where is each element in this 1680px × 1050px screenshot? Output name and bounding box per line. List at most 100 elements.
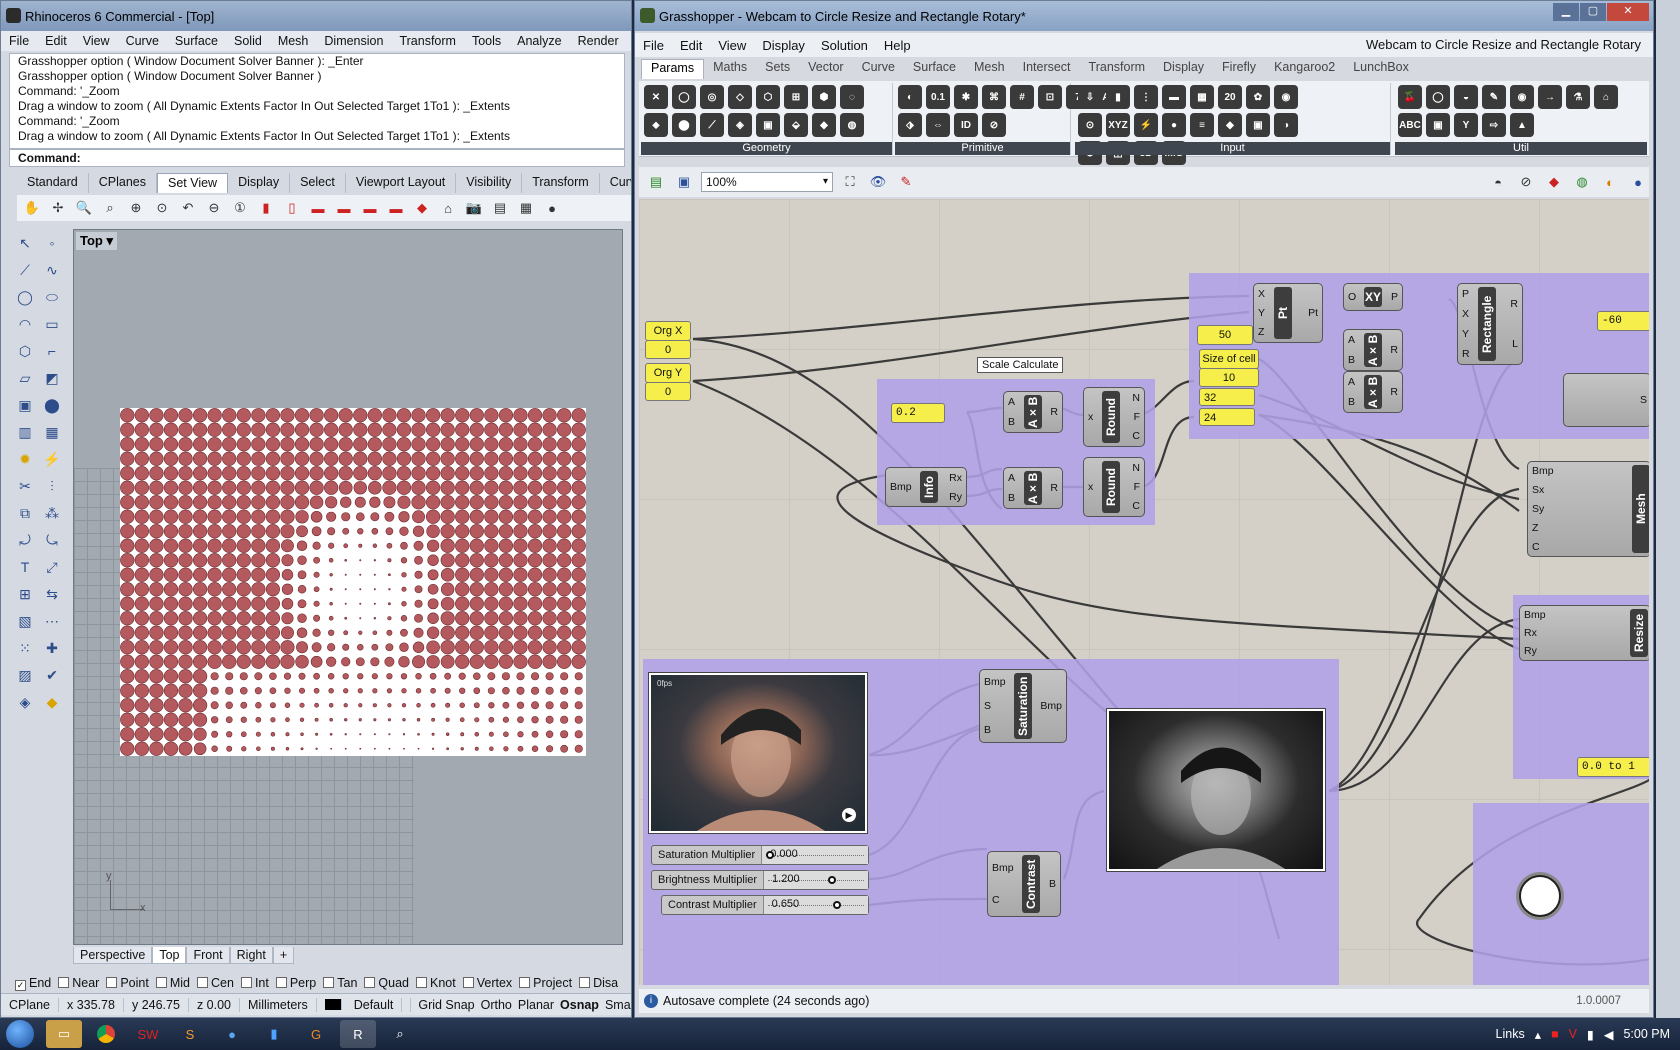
status-toggle-grid-snap[interactable]: Grid Snap [415,998,477,1012]
prim-component-icon[interactable]: 0.1 [926,85,950,109]
osnap-cen[interactable]: Cen [197,976,234,990]
gh-tab-transform[interactable]: Transform [1080,59,1155,79]
zoom-app-icon[interactable]: ● [214,1020,250,1048]
zoom-select[interactable]: 100% [701,172,833,192]
negative-number-param[interactable]: -60 [1597,311,1649,331]
saturation-multiplier-slider[interactable]: Saturation Multiplier 0.000 [651,845,869,865]
geo-component-icon[interactable]: ◯ [672,85,696,109]
geo-component-icon[interactable]: ⬙ [784,113,808,137]
maximize-button[interactable]: ▢ [1580,3,1606,21]
text-icon[interactable]: T [13,555,37,579]
status-toggle-planar[interactable]: Planar [515,998,557,1012]
geo-component-icon[interactable]: ◍ [840,113,864,137]
multiply-component-1[interactable]: AB A×B R [1343,329,1403,371]
input-component-icon[interactable]: ◆ [1218,113,1242,137]
slider-knob[interactable] [828,876,837,884]
checkbox-icon[interactable] [579,977,591,988]
toolbar-tab-transform[interactable]: Transform [522,173,600,193]
osnap-int[interactable]: Int [240,976,269,990]
geo-component-icon[interactable]: ◈ [728,113,752,137]
lightning-icon[interactable]: ⚡ [40,447,64,471]
layout-icon[interactable]: ▨ [13,663,37,687]
toolbar-tab-standard[interactable]: Standard [17,173,89,193]
camera-icon[interactable]: 📷 [463,198,485,218]
geo-component-icon[interactable]: ⬤ [672,113,696,137]
input-component-icon[interactable]: ≡ [1190,113,1214,137]
view-tab-perspective[interactable]: Perspective [73,947,153,964]
toolbar-tab-curve-too[interactable]: Curve Too [600,173,631,193]
zoom-extents-icon[interactable]: ⛶ [839,172,861,192]
checkbox-icon[interactable] [462,977,474,988]
s-partial-component[interactable]: S [1563,373,1649,427]
input-component-icon[interactable]: ◉ [1274,85,1298,109]
view-tab-right[interactable]: Right [229,947,273,964]
rectangle-component[interactable]: PXYR Rectangle RL [1457,283,1523,365]
util-component-icon[interactable]: ◯ [1426,85,1450,109]
app-orange-icon[interactable]: G [298,1020,334,1048]
tray-flag-icon[interactable]: ■ [1551,1027,1559,1041]
timer-dial-icon[interactable] [1519,875,1561,917]
saturation-component[interactable]: Bmp S B Saturation Bmp [979,669,1067,743]
util-component-icon[interactable]: ABC [1398,113,1422,137]
save-file-icon[interactable]: ▣ [673,172,695,192]
osnap-disa[interactable]: Disa [579,976,618,990]
gh-tab-surface[interactable]: Surface [904,59,965,79]
geo-component-icon[interactable]: ▣ [756,113,780,137]
prim-component-icon[interactable]: ✱ [954,85,978,109]
toolbar-tab-set-view[interactable]: Set View [156,173,229,193]
cplane-icon[interactable]: ▮ [255,198,277,218]
open-file-icon[interactable]: ▤ [645,172,667,192]
size-of-cell-value[interactable]: 10 [1199,368,1259,387]
polyline-icon[interactable]: ⟋ [13,258,37,282]
gh-tab-curve[interactable]: Curve [853,59,904,79]
gh-menu-view[interactable]: View [710,38,754,53]
cylinder-icon[interactable]: ▥ [13,420,37,444]
command-prompt[interactable]: Command: [9,149,625,167]
num-24-param[interactable]: 24 [1199,408,1255,426]
zoom-selected-icon[interactable]: ⊙ [151,198,173,218]
slider-track[interactable]: 0.650 [763,896,868,914]
checkbox-icon[interactable] [106,977,118,988]
util-component-icon[interactable]: → [1538,85,1562,109]
menu-analyze[interactable]: Analyze [509,34,569,48]
gh-tab-firefly[interactable]: Firefly [1213,59,1265,79]
util-component-icon[interactable]: ⇨ [1482,113,1506,137]
status-toggle-ortho[interactable]: Ortho [478,998,515,1012]
geo-component-icon[interactable]: ◎ [700,85,724,109]
circle-icon[interactable]: ◯ [13,285,37,309]
prim-component-icon[interactable]: ⊘ [982,113,1006,137]
solver-icon[interactable]: ◆ [1543,172,1565,192]
osnap-near[interactable]: Near [58,976,99,990]
rotate-view-icon[interactable]: ✢ [47,198,69,218]
boolean-icon[interactable]: ⬤ [40,393,64,417]
osnap-vertex[interactable]: Vertex [462,976,512,990]
gh-tab-sets[interactable]: Sets [756,59,799,79]
util-component-icon[interactable]: ⚗ [1566,85,1590,109]
prim-component-icon[interactable]: ◐ [898,85,922,109]
org-y-name[interactable]: Org Y [645,363,691,383]
prim-component-icon[interactable]: # [1010,85,1034,109]
app-blue-icon[interactable]: ▮ [256,1020,292,1048]
curve-icon[interactable]: ∿ [40,258,64,282]
menu-solid[interactable]: Solid [226,34,270,48]
input-component-icon[interactable]: ▮ [1106,85,1130,109]
input-component-icon[interactable]: ⊙ [1078,113,1102,137]
units-label[interactable]: Millimeters [240,997,317,1012]
toolbar-tab-select[interactable]: Select [290,173,346,193]
util-component-icon[interactable]: Y [1454,113,1478,137]
surface-icon[interactable]: ▱ [13,366,37,390]
multiply-component-3[interactable]: AB A×B R [1003,391,1063,433]
gh-tab-intersect[interactable]: Intersect [1014,59,1080,79]
gh-menu-edit[interactable]: Edit [672,38,710,53]
geo-component-icon[interactable]: ◌ [840,85,864,109]
block-icon[interactable]: ▧ [13,609,37,633]
input-component-icon[interactable]: ◑ [1274,113,1298,137]
input-component-icon[interactable]: ⋮ [1134,85,1158,109]
geo-component-icon[interactable]: ⊞ [784,85,808,109]
toolbar-tab-viewport-layout[interactable]: Viewport Layout [346,173,457,193]
resize-component[interactable]: Bmp Rx Ry Resize [1519,605,1649,661]
util-component-icon[interactable]: ▲ [1510,113,1534,137]
checkbox-icon[interactable] [416,977,427,988]
preview-mode-icon[interactable]: ◓ [1487,172,1509,192]
prim-component-icon[interactable]: ⌘ [982,85,1006,109]
